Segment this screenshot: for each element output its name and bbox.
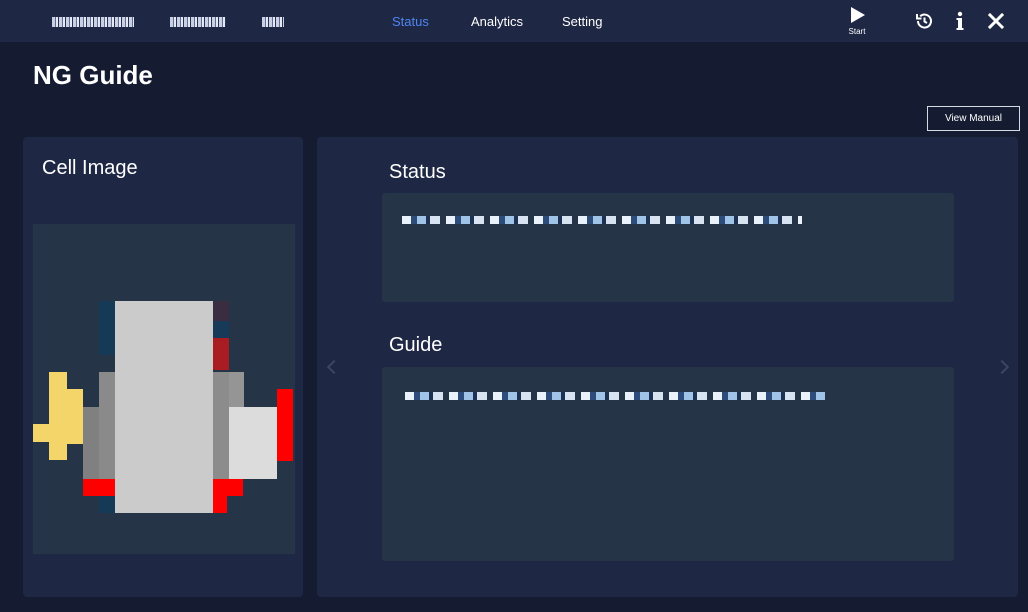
- history-icon: [916, 13, 932, 29]
- start-label: Start: [848, 27, 866, 36]
- top-bar: Status Analytics Setting Start: [0, 0, 1028, 42]
- cell-image-title: Cell Image: [42, 157, 138, 179]
- chevron-left-icon[interactable]: [326, 359, 342, 375]
- details-panel: Status Guide: [317, 137, 1018, 597]
- close-icon: [987, 12, 1005, 30]
- tab-analytics[interactable]: Analytics: [471, 14, 523, 29]
- guide-textbox: [382, 367, 954, 561]
- status-text: [402, 216, 802, 224]
- info-button[interactable]: [949, 10, 971, 32]
- app-logo: [52, 17, 292, 29]
- view-manual-button[interactable]: View Manual: [927, 106, 1020, 131]
- close-button[interactable]: [985, 10, 1007, 32]
- tab-setting[interactable]: Setting: [562, 14, 602, 29]
- guide-heading: Guide: [389, 334, 443, 356]
- status-heading: Status: [389, 161, 446, 183]
- chevron-right-icon[interactable]: [994, 359, 1010, 375]
- info-icon: [956, 11, 964, 30]
- cell-image-panel: Cell Image: [23, 137, 303, 597]
- history-button[interactable]: [913, 10, 935, 32]
- start-button[interactable]: Start: [844, 5, 870, 37]
- page-title: NG Guide: [33, 60, 153, 90]
- play-icon: [851, 7, 865, 23]
- cell-image: [33, 224, 295, 554]
- guide-text: [405, 392, 825, 400]
- tab-status[interactable]: Status: [392, 14, 429, 29]
- status-textbox: [382, 193, 954, 302]
